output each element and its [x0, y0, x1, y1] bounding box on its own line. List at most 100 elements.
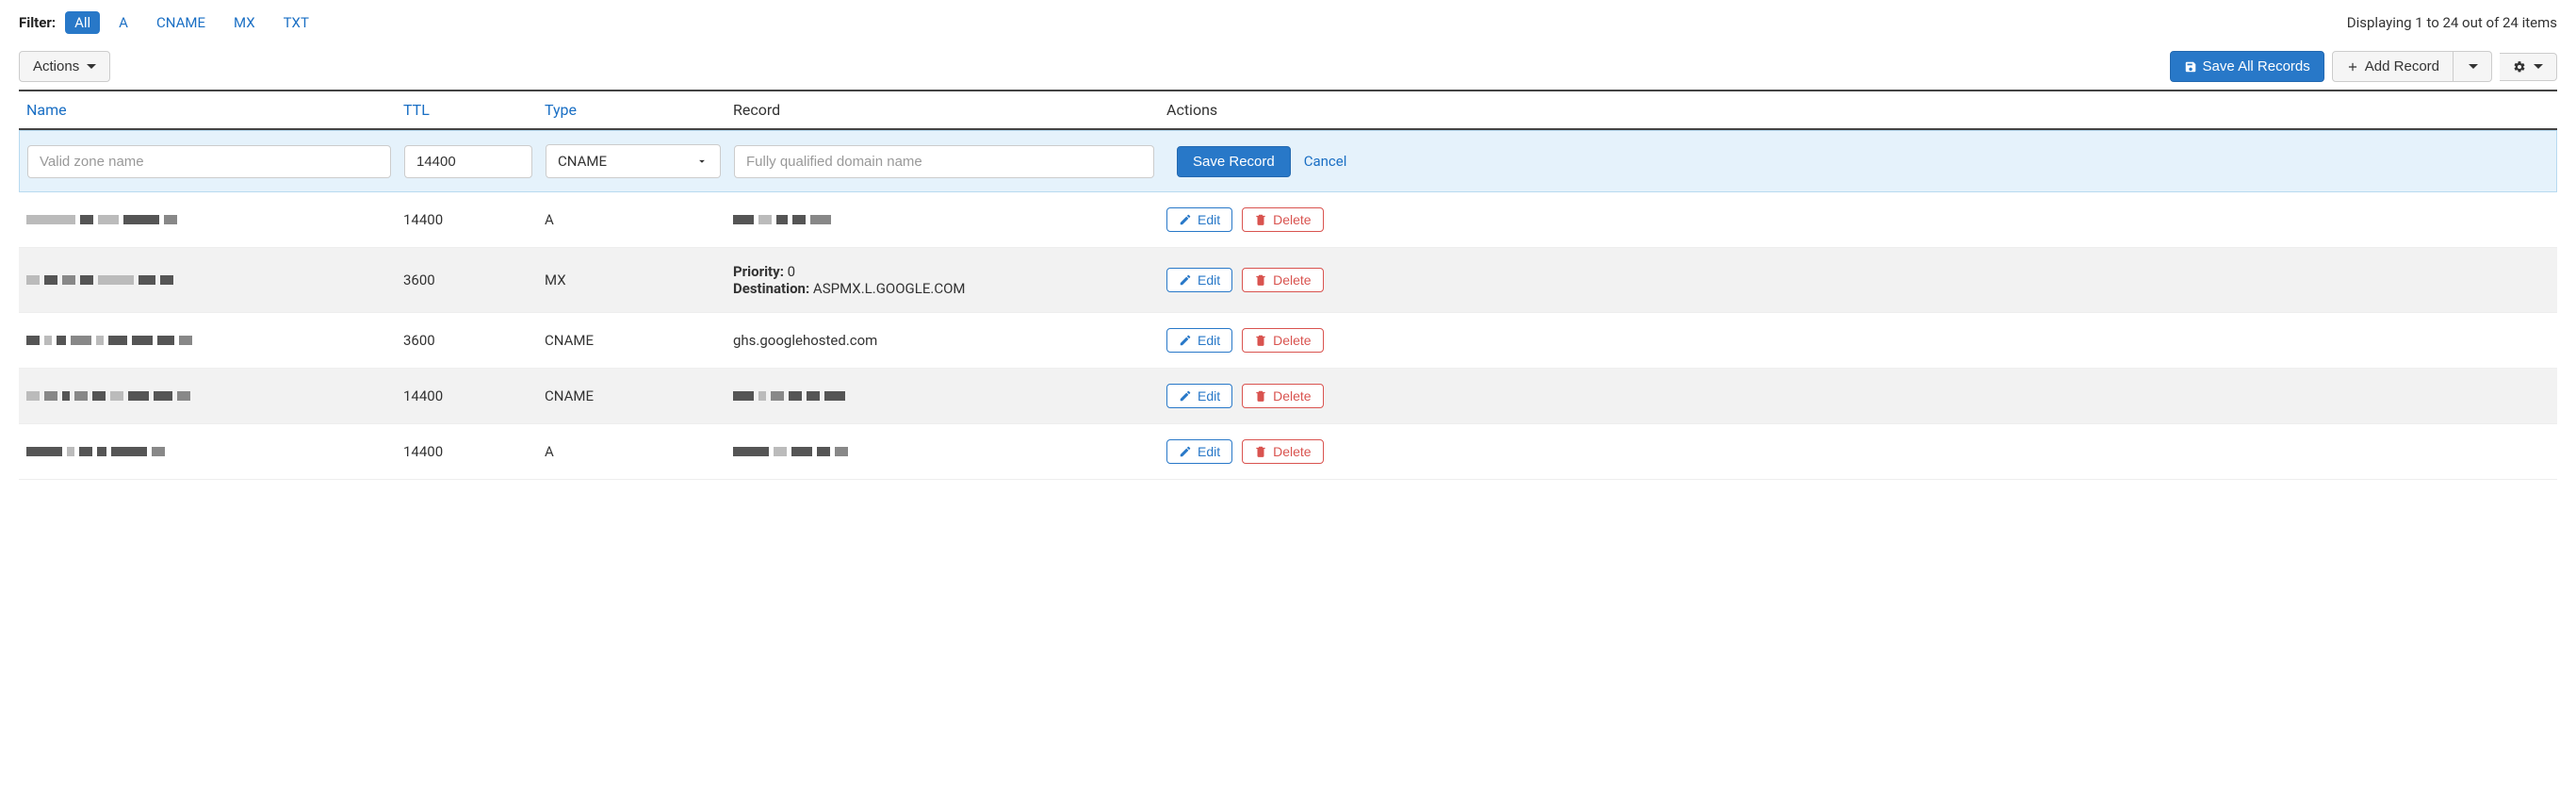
delete-button[interactable]: Delete — [1242, 328, 1323, 353]
cell-record — [733, 387, 1166, 404]
redacted-text — [26, 275, 173, 285]
delete-label: Delete — [1273, 272, 1311, 288]
edit-button[interactable]: Edit — [1166, 268, 1232, 292]
edit-label: Edit — [1198, 388, 1220, 404]
table-header: Name TTL Type Record Actions — [19, 91, 2557, 130]
caret-down-icon — [87, 64, 96, 69]
redacted-text — [26, 336, 192, 345]
column-name[interactable]: Name — [26, 101, 403, 119]
destination-value: ASPMX.L.GOOGLE.COM — [813, 280, 966, 297]
save-all-label: Save All Records — [2203, 58, 2310, 74]
plus-icon — [2346, 60, 2359, 74]
redacted-text — [733, 215, 831, 224]
priority-label: Priority: — [733, 263, 784, 280]
save-all-records-button[interactable]: Save All Records — [2170, 51, 2324, 82]
cell-type: A — [545, 211, 733, 228]
delete-button[interactable]: Delete — [1242, 207, 1323, 232]
caret-down-icon — [2534, 64, 2543, 69]
add-record-button[interactable]: Add Record — [2332, 51, 2454, 82]
cell-name — [26, 387, 403, 404]
cancel-link[interactable]: Cancel — [1304, 153, 1347, 170]
cell-ttl: 14400 — [403, 443, 545, 460]
cell-name — [26, 272, 403, 288]
redacted-text — [26, 447, 165, 456]
delete-button[interactable]: Delete — [1242, 439, 1323, 464]
cell-type: CNAME — [545, 387, 733, 404]
settings-button[interactable] — [2500, 53, 2557, 81]
edit-label: Edit — [1198, 212, 1220, 227]
edit-label: Edit — [1198, 444, 1220, 459]
cell-type: CNAME — [545, 332, 733, 349]
redacted-text — [733, 391, 845, 401]
cell-type: MX — [545, 272, 733, 288]
caret-down-icon — [2469, 64, 2478, 69]
edit-button[interactable]: Edit — [1166, 328, 1232, 353]
destination-label: Destination: — [733, 280, 809, 297]
redacted-text — [733, 447, 848, 456]
delete-label: Delete — [1273, 212, 1311, 227]
cell-name — [26, 332, 403, 349]
table-row: 14400 A Edit Delete — [19, 424, 2557, 480]
cell-name — [26, 443, 403, 460]
pencil-icon — [1179, 273, 1192, 287]
table-row: 3600 CNAME ghs.googlehosted.com Edit Del… — [19, 313, 2557, 369]
edit-button[interactable]: Edit — [1166, 439, 1232, 464]
filter-txt[interactable]: TXT — [274, 11, 318, 34]
edit-button[interactable]: Edit — [1166, 384, 1232, 408]
redacted-text — [26, 215, 177, 224]
ttl-input[interactable] — [404, 145, 532, 178]
gear-icon — [2513, 60, 2526, 74]
type-select[interactable]: CNAME — [546, 144, 721, 178]
pencil-icon — [1179, 213, 1192, 226]
cell-name — [26, 211, 403, 228]
pencil-icon — [1179, 389, 1192, 403]
save-icon — [2184, 60, 2197, 74]
display-count: Displaying 1 to 24 out of 24 items — [2347, 14, 2557, 31]
save-record-label: Save Record — [1193, 154, 1275, 170]
cell-ttl: 3600 — [403, 272, 545, 288]
cell-record — [733, 211, 1166, 228]
table-row: 14400 CNAME Edit Delete — [19, 369, 2557, 424]
save-record-button[interactable]: Save Record — [1177, 146, 1291, 177]
table-row: 3600 MX Priority: 0 Destination: ASPMX.L… — [19, 248, 2557, 313]
filter-a[interactable]: A — [109, 11, 138, 34]
trash-icon — [1254, 389, 1267, 403]
edit-button[interactable]: Edit — [1166, 207, 1232, 232]
column-actions: Actions — [1166, 101, 2550, 119]
filter-all[interactable]: All — [65, 11, 100, 34]
cell-ttl: 14400 — [403, 211, 545, 228]
chevron-down-icon — [695, 155, 709, 168]
filter-mx[interactable]: MX — [224, 11, 265, 34]
edit-label: Edit — [1198, 333, 1220, 348]
cell-ttl: 14400 — [403, 387, 545, 404]
cell-record: Priority: 0 Destination: ASPMX.L.GOOGLE.… — [733, 263, 1166, 297]
delete-button[interactable]: Delete — [1242, 268, 1323, 292]
actions-dropdown[interactable]: Actions — [19, 51, 110, 82]
cell-type: A — [545, 443, 733, 460]
cell-record: ghs.googlehosted.com — [733, 332, 1166, 349]
column-ttl[interactable]: TTL — [403, 101, 545, 119]
delete-button[interactable]: Delete — [1242, 384, 1323, 408]
trash-icon — [1254, 445, 1267, 458]
delete-label: Delete — [1273, 333, 1311, 348]
add-record-dropdown[interactable] — [2454, 51, 2492, 82]
cell-record — [733, 443, 1166, 460]
record-input[interactable] — [734, 145, 1154, 178]
trash-icon — [1254, 213, 1267, 226]
pencil-icon — [1179, 445, 1192, 458]
delete-label: Delete — [1273, 444, 1311, 459]
add-record-row: CNAME Save Record Cancel — [19, 130, 2557, 192]
trash-icon — [1254, 334, 1267, 347]
filter-label: Filter: — [19, 14, 56, 31]
trash-icon — [1254, 273, 1267, 287]
name-input[interactable] — [27, 145, 391, 178]
redacted-text — [26, 391, 190, 401]
column-record: Record — [733, 101, 1166, 119]
type-value: CNAME — [558, 153, 607, 170]
column-type[interactable]: Type — [545, 101, 733, 119]
add-record-label: Add Record — [2365, 58, 2439, 74]
table-row: 14400 A Edit Delete — [19, 192, 2557, 248]
filter-group: Filter: All A CNAME MX TXT — [19, 11, 318, 34]
filter-cname[interactable]: CNAME — [147, 11, 215, 34]
actions-label: Actions — [33, 58, 79, 74]
